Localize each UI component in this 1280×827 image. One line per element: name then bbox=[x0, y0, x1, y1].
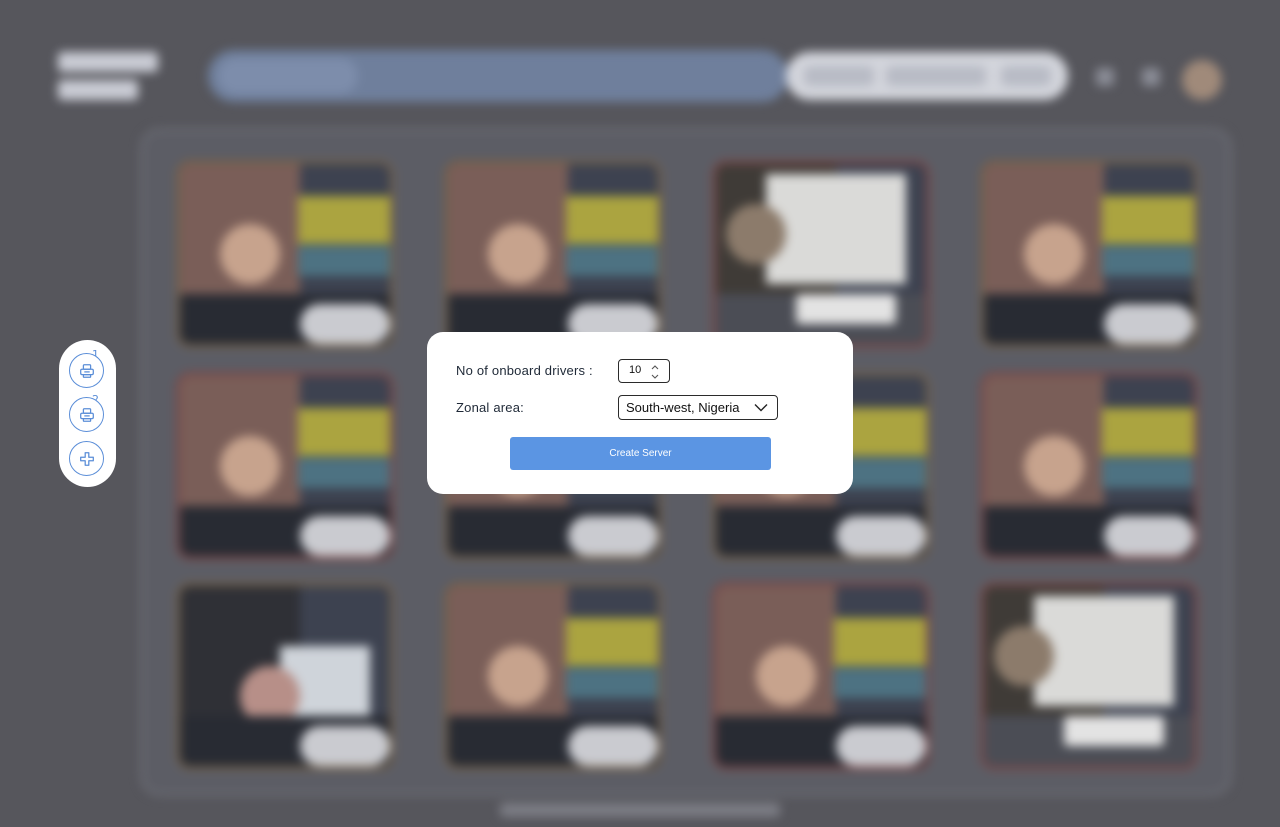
drivers-label: No of onboard drivers : bbox=[456, 363, 593, 378]
nav-item bbox=[368, 58, 468, 94]
chevron-down-icon bbox=[754, 404, 768, 412]
video-tile bbox=[712, 582, 930, 770]
video-tile bbox=[176, 160, 394, 348]
server-icon bbox=[79, 363, 94, 378]
create-server-modal: No of onboard drivers : 10 Zonal area: S… bbox=[427, 332, 853, 494]
add-server-button[interactable] bbox=[69, 441, 104, 476]
plus-icon bbox=[79, 451, 94, 466]
nav-item bbox=[218, 58, 358, 94]
avatar bbox=[1182, 60, 1222, 100]
zone-label: Zonal area: bbox=[456, 400, 524, 415]
server-1-button[interactable] bbox=[69, 353, 104, 388]
drivers-value: 10 bbox=[629, 364, 642, 376]
zone-selected-value: South-west, Nigeria bbox=[626, 400, 740, 415]
video-tile bbox=[176, 582, 394, 770]
server-icon bbox=[79, 407, 94, 422]
zone-select[interactable]: South-west, Nigeria bbox=[618, 395, 778, 420]
video-tile bbox=[980, 372, 1198, 560]
video-tile bbox=[980, 160, 1198, 348]
video-tile bbox=[176, 372, 394, 560]
video-tile bbox=[980, 582, 1198, 770]
footer-copyright bbox=[500, 803, 780, 817]
top-nav-bar bbox=[208, 50, 788, 102]
create-server-button[interactable]: Create Server bbox=[510, 437, 771, 470]
video-tile bbox=[444, 160, 662, 348]
settings-icon bbox=[1142, 68, 1160, 86]
video-tile bbox=[712, 160, 930, 348]
server-2-button[interactable] bbox=[69, 397, 104, 432]
app-logo bbox=[58, 52, 168, 112]
nav-search-bar bbox=[786, 52, 1068, 100]
nav-item bbox=[488, 58, 578, 94]
server-toolbar: 1 2 bbox=[59, 340, 116, 487]
video-tile bbox=[444, 582, 662, 770]
bell-icon bbox=[1096, 68, 1114, 86]
drivers-number-input[interactable]: 10 bbox=[618, 359, 670, 383]
spinner-arrows-icon[interactable] bbox=[650, 363, 660, 381]
